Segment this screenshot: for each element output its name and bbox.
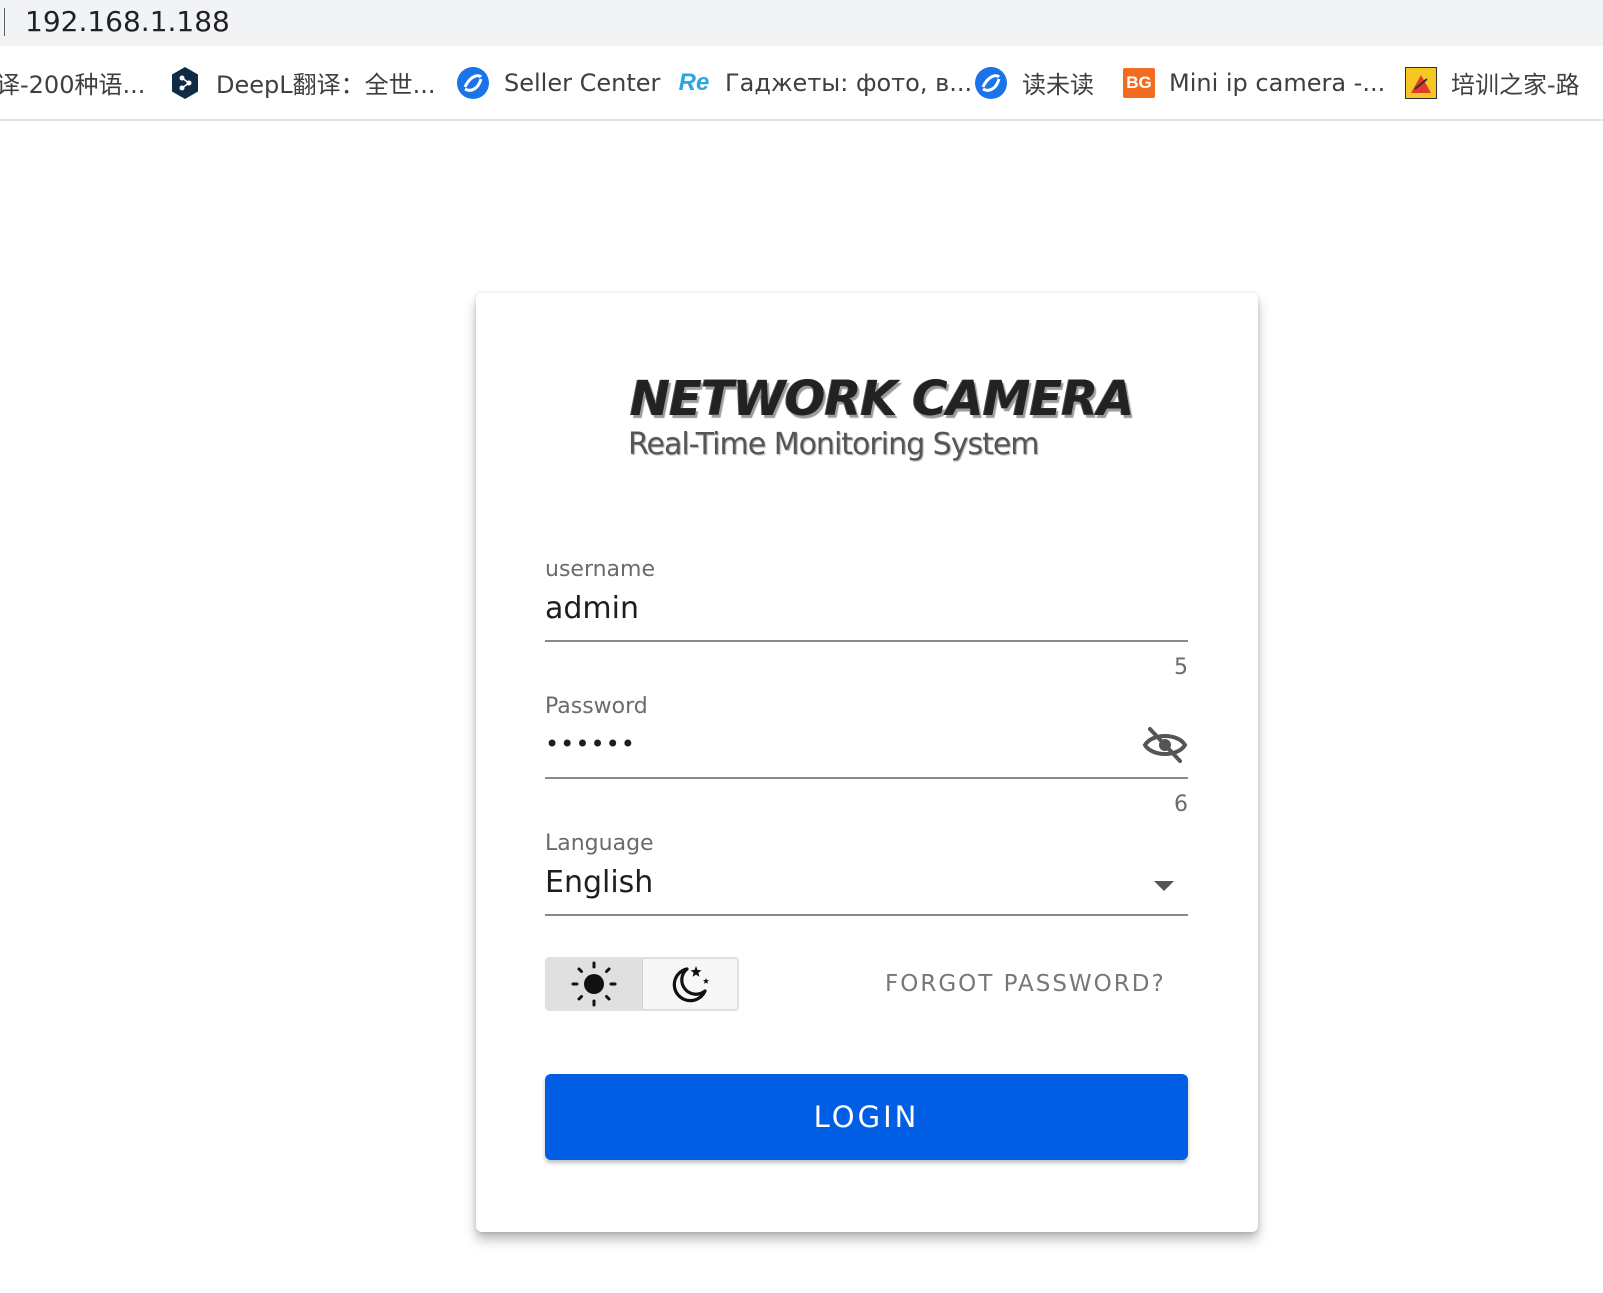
password-underline (545, 777, 1188, 779)
language-label: Language (545, 831, 654, 856)
username-field[interactable]: username admin 5 (545, 557, 1188, 680)
eye-off-icon[interactable] (1142, 725, 1188, 765)
sun-icon (571, 961, 617, 1007)
seller-center-icon (456, 66, 490, 100)
logo-title: NETWORK CAMERA (630, 371, 1134, 427)
bookmark-gadgets[interactable]: Re Гаджеты: фото, в... (677, 46, 972, 119)
username-counter: 5 (1174, 655, 1188, 680)
bookmark-deepl[interactable]: DeepL翻译：全世... (168, 46, 436, 119)
theme-light-button[interactable] (547, 959, 643, 1009)
login-button[interactable]: LOGIN (545, 1074, 1188, 1160)
bookmark-training[interactable]: 培训之家-路 (1405, 46, 1580, 119)
logo: NETWORK CAMERA Real-Time Monitoring Syst… (476, 371, 1258, 481)
bookmark-label: 培训之家-路 (1451, 71, 1580, 99)
login-card: NETWORK CAMERA Real-Time Monitoring Syst… (476, 293, 1258, 1232)
bookmark-reading[interactable]: 读未读 (974, 46, 1094, 119)
text-caret (4, 8, 5, 36)
bookmark-seller-center[interactable]: Seller Center (456, 46, 660, 119)
password-input[interactable]: •••••• (545, 730, 636, 758)
username-input[interactable]: admin (545, 591, 639, 626)
theme-toggle[interactable] (545, 957, 739, 1011)
logo-subtitle: Real-Time Monitoring System (628, 427, 1040, 462)
moon-icon (667, 961, 713, 1007)
theme-dark-button[interactable] (642, 959, 737, 1009)
bookmark-label: 译-200种语... (0, 71, 146, 99)
bookmark-label: 读未读 (1022, 71, 1094, 99)
bg-icon: BG (1123, 67, 1155, 98)
re-icon: Re (678, 68, 710, 96)
bookmark-label: Гаджеты: фото, в... (725, 68, 973, 97)
url-text[interactable]: 192.168.1.188 (25, 4, 230, 40)
password-label: Password (545, 694, 648, 719)
address-bar[interactable]: 192.168.1.188 (0, 0, 1603, 46)
deepl-icon (168, 66, 202, 100)
language-value[interactable]: English (545, 865, 653, 900)
bookmark-label: Seller Center (504, 68, 661, 97)
reading-icon (974, 66, 1008, 100)
language-underline (545, 914, 1188, 916)
language-select[interactable]: Language English (545, 831, 1188, 921)
bookmarks-bar: 译-200种语... DeepL翻译：全世... Seller Center R… (0, 46, 1603, 121)
username-label: username (545, 557, 655, 582)
caret-down-icon[interactable] (1154, 878, 1174, 891)
username-underline (545, 640, 1188, 642)
forgot-password-link[interactable]: FORGOT PASSWORD? (885, 971, 1166, 997)
bookmark-mini-ip-camera[interactable]: BG Mini ip camera -... (1123, 46, 1385, 119)
password-field[interactable]: Password •••••• 6 (545, 694, 1188, 817)
bookmark-label: Mini ip camera -... (1169, 68, 1386, 97)
password-counter: 6 (1174, 792, 1188, 817)
training-icon (1405, 66, 1437, 99)
bookmark-translate[interactable]: 译-200种语... (0, 46, 145, 119)
bookmark-label: DeepL翻译：全世... (216, 71, 436, 99)
